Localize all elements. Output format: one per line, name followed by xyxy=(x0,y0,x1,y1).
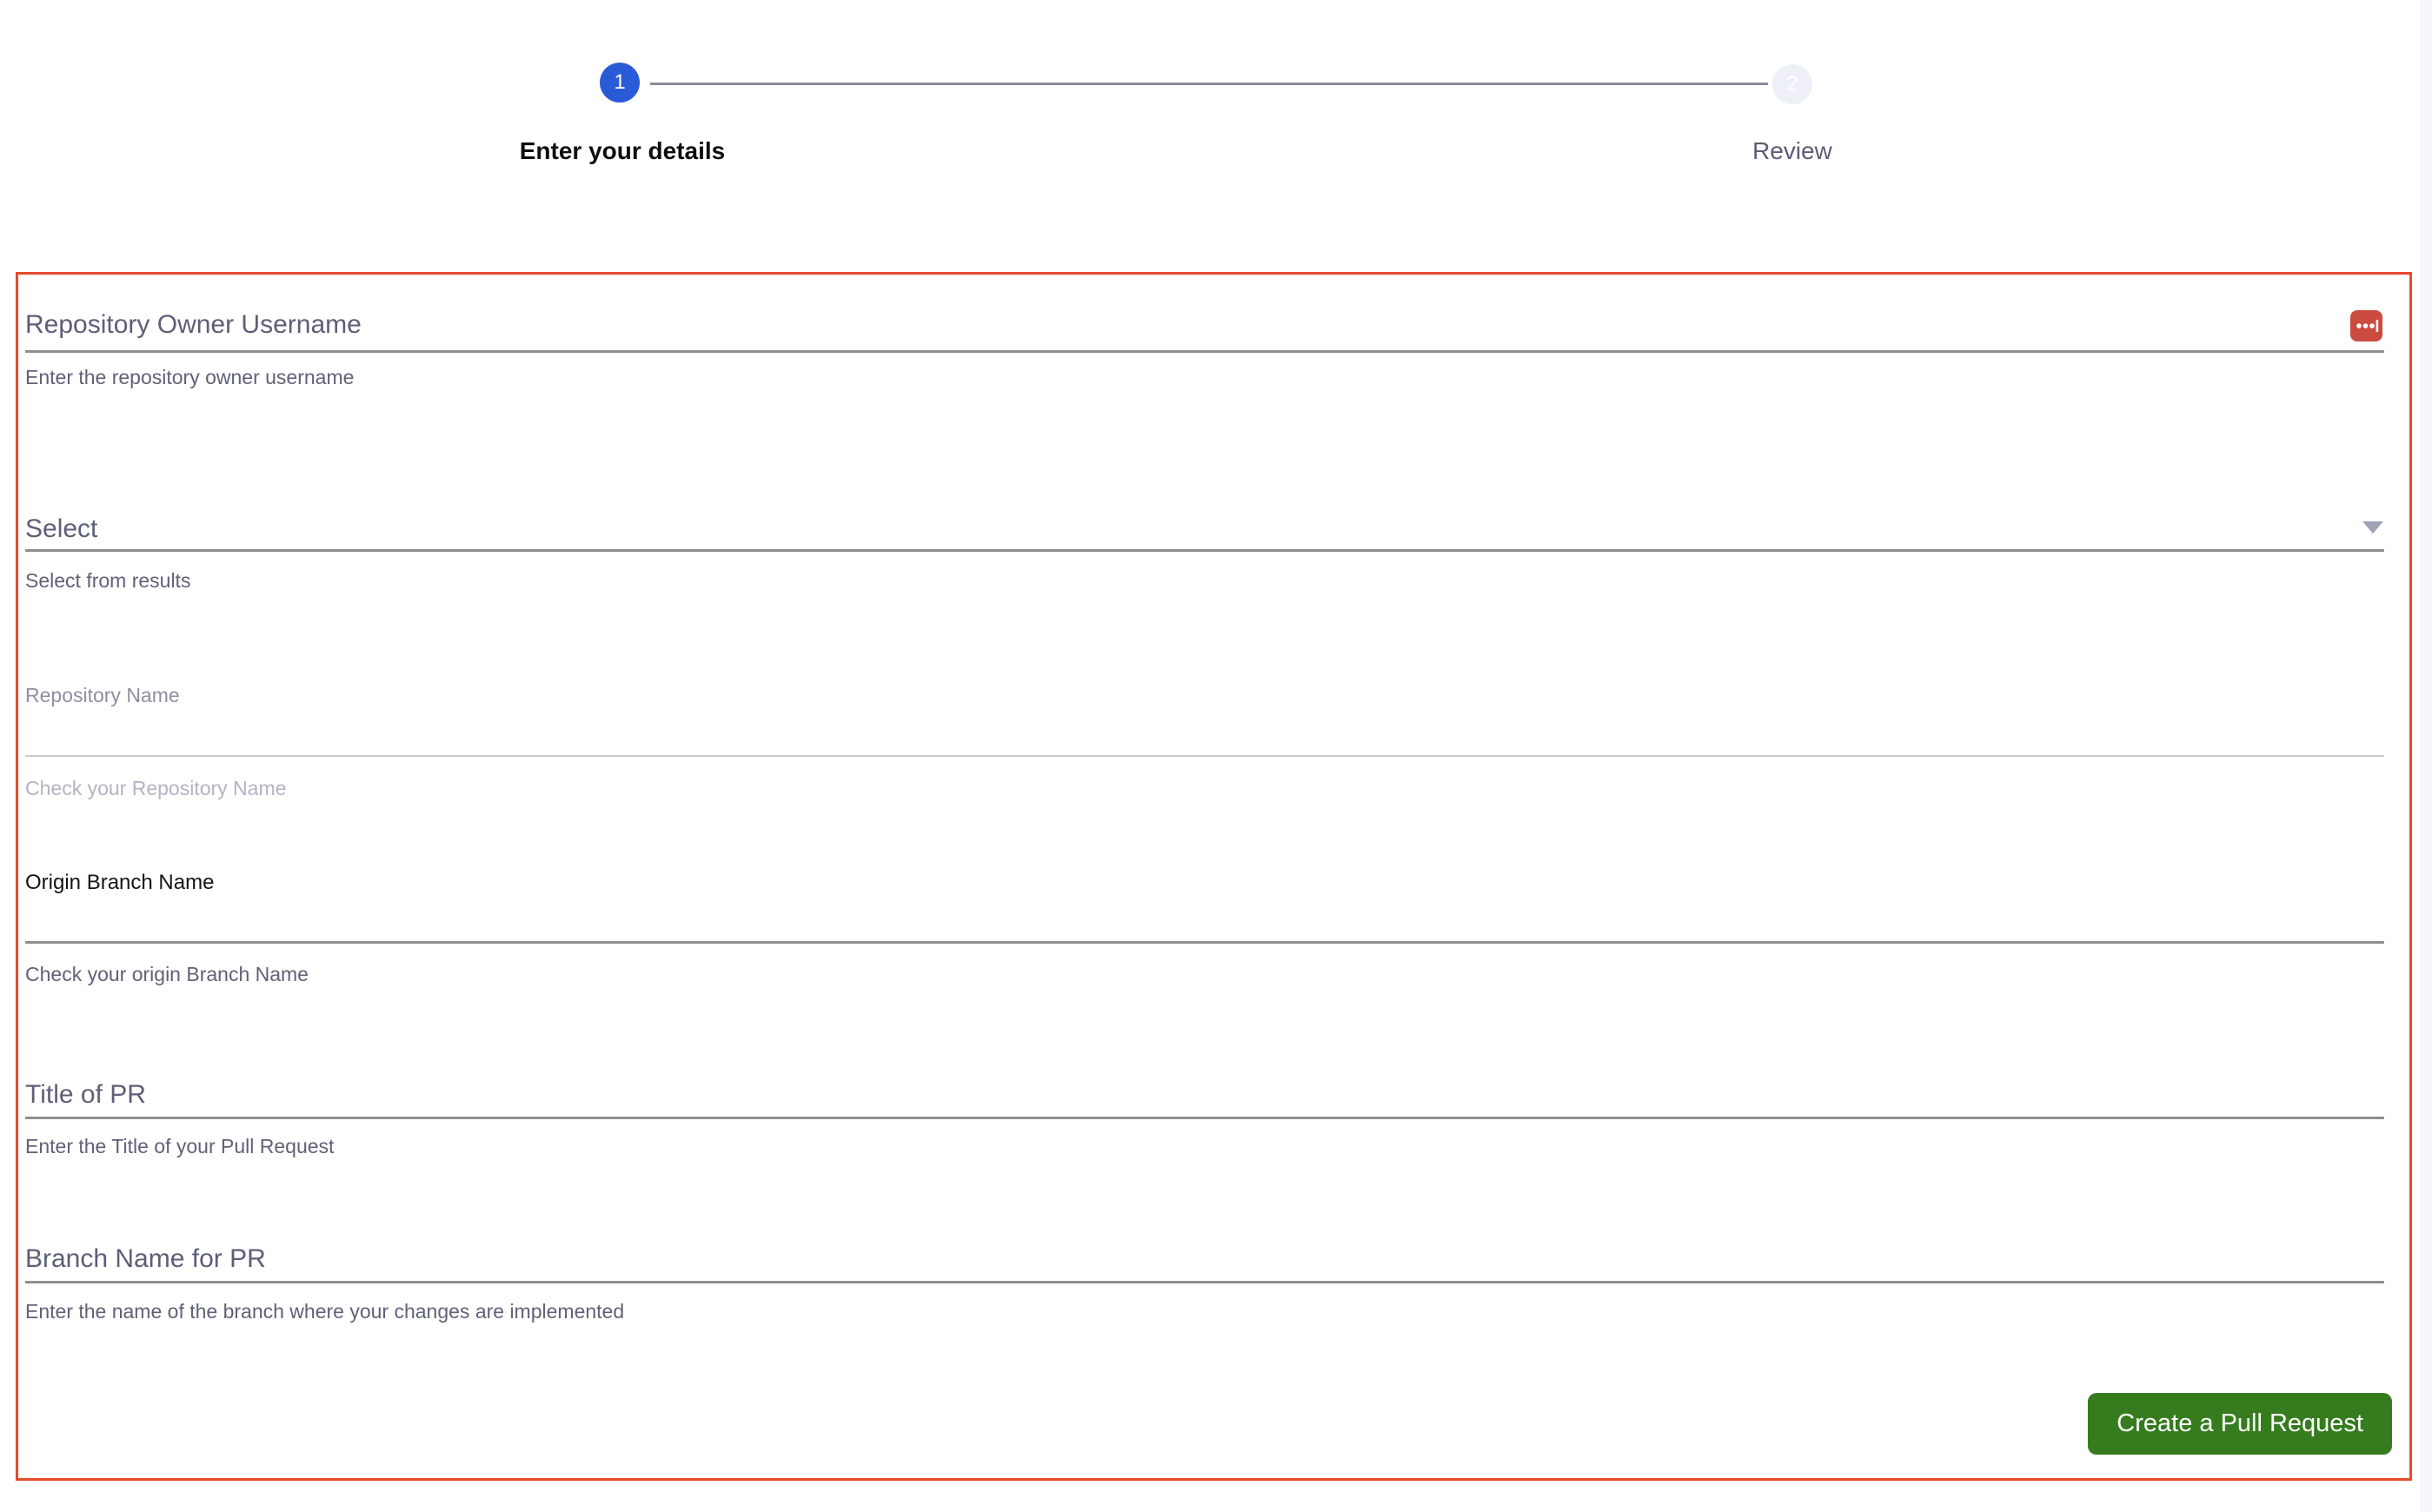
repository-name-helper: Check your Repository Name xyxy=(25,777,287,799)
create-pull-request-button[interactable]: Create a Pull Request xyxy=(2088,1393,2392,1455)
repository-name-label: Repository Name xyxy=(25,684,180,706)
repository-owner-username-label: Repository Owner Username xyxy=(25,310,362,339)
repository-owner-username-helper: Enter the repository owner username xyxy=(25,366,355,388)
pr-branch-name-helper: Enter the name of the branch where your … xyxy=(25,1300,625,1323)
repository-name-input[interactable] xyxy=(25,755,2384,757)
select-label: Select xyxy=(25,514,98,543)
pr-branch-name-label: Branch Name for PR xyxy=(25,1244,266,1273)
lastpass-icon[interactable] xyxy=(2350,310,2382,342)
select-input[interactable] xyxy=(25,549,2384,552)
pr-title-input[interactable] xyxy=(25,1117,2384,1119)
step-2-indicator[interactable]: 2 xyxy=(1772,64,1812,104)
step-1-indicator[interactable]: 1 xyxy=(600,63,640,103)
select-helper: Select from results xyxy=(25,569,191,592)
chevron-down-icon[interactable] xyxy=(2362,521,2383,534)
scrollbar-track[interactable] xyxy=(2420,0,2432,1512)
pr-branch-name-input[interactable] xyxy=(25,1281,2384,1283)
page: 1 2 Enter your details Review Repository… xyxy=(0,0,2432,1512)
origin-branch-name-helper: Check your origin Branch Name xyxy=(25,963,309,985)
stepper-connector xyxy=(650,83,1768,85)
step-1-label: Enter your details xyxy=(519,137,726,164)
repository-owner-username-input[interactable] xyxy=(25,350,2384,353)
pull-request-form: Repository Owner Username Enter the repo… xyxy=(16,272,2412,1481)
origin-branch-name-input[interactable] xyxy=(25,941,2384,944)
origin-branch-name-label: Origin Branch Name xyxy=(25,871,215,894)
step-2-label: Review xyxy=(1752,137,1832,164)
pr-title-label: Title of PR xyxy=(25,1080,146,1109)
pr-title-helper: Enter the Title of your Pull Request xyxy=(25,1135,335,1157)
